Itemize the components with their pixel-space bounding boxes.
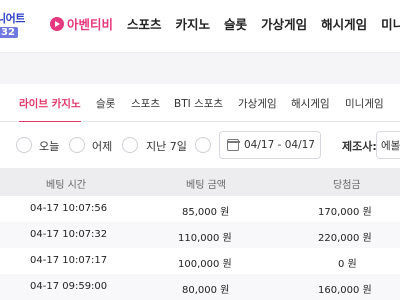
column-header-bet-amount: 베팅 금액 [186, 180, 226, 191]
maker-label: 제조사: [342, 140, 377, 153]
nav-item-slot[interactable]: 슬롯 [224, 14, 247, 33]
win-amount: 0 원 [338, 259, 357, 270]
header-spacer [0, 52, 400, 84]
radio-yesterday[interactable] [69, 137, 85, 153]
tab-mini-game[interactable]: 미니게임 [345, 84, 384, 122]
category-tabs: 라이브 카지노 슬롯 스포츠 BTI 스포츠 가상게임 해시게임 미니게임 [0, 84, 400, 123]
bet-amount: 110,000 원 [178, 233, 232, 244]
nav-item-label: 아벤티비 [67, 17, 114, 32]
bet-amount: 100,000 원 [178, 259, 232, 270]
radio-label-last-7-days: 지난 7일 [146, 140, 187, 153]
top-navigation: 니어트 32 아벤티비 스포츠 카지노 슬롯 가상게임 해시게임 미니 [0, 0, 400, 52]
date-range-value: 04/17 - 04/17 [244, 139, 315, 151]
maker-select[interactable]: 에볼 [376, 131, 400, 159]
site-logo[interactable]: 니어트 32 [0, 10, 48, 44]
column-header-winnings: 당첨금 [333, 180, 361, 191]
main-menu: 아벤티비 스포츠 카지노 슬롯 가상게임 해시게임 미니 [50, 14, 400, 33]
bet-history-table: 04-17 10:07:56 85,000 원 170,000 원 04-17 … [0, 196, 400, 300]
tab-hash-game[interactable]: 해시게임 [291, 84, 330, 122]
nav-item-hash-game[interactable]: 해시게임 [321, 14, 367, 33]
calendar-icon [226, 139, 240, 151]
bet-time: 04-17 10:07:17 [30, 255, 108, 266]
play-icon [50, 16, 64, 31]
win-amount: 170,000 원 [318, 207, 372, 218]
table-header: 베팅 시간 베팅 금액 당첨금 [0, 168, 400, 196]
table-row[interactable]: 04-17 09:59:00 80,000 원 160,000 원 [0, 274, 400, 300]
tab-slot[interactable]: 슬롯 [96, 84, 115, 122]
nav-item-aventv[interactable]: 아벤티비 [50, 14, 113, 33]
radio-label-yesterday: 어제 [92, 140, 113, 153]
bet-time: 04-17 10:07:56 [30, 203, 108, 214]
bet-amount: 85,000 원 [182, 207, 230, 218]
tab-sports[interactable]: 스포츠 [131, 84, 160, 122]
bet-amount: 80,000 원 [182, 285, 230, 296]
logo-badge: 32 [0, 27, 18, 38]
radio-custom-range[interactable] [195, 137, 211, 153]
logo-text: 니어트 [0, 12, 25, 25]
radio-today[interactable] [16, 137, 32, 153]
tab-bti-sports[interactable]: BTI 스포츠 [174, 84, 223, 122]
tab-live-casino[interactable]: 라이브 카지노 [19, 84, 81, 123]
nav-item-virtual-game[interactable]: 가상게임 [261, 14, 307, 33]
nav-item-mini[interactable]: 미니 [381, 14, 400, 33]
radio-label-today: 오늘 [39, 140, 60, 153]
radio-last-7-days[interactable] [122, 137, 138, 153]
table-row[interactable]: 04-17 10:07:17 100,000 원 0 원 [0, 248, 400, 274]
column-header-bet-time: 베팅 시간 [46, 180, 86, 191]
tab-virtual-game[interactable]: 가상게임 [238, 84, 277, 122]
nav-item-sports[interactable]: 스포츠 [127, 14, 162, 33]
date-range-picker[interactable]: 04/17 - 04/17 [219, 131, 321, 159]
bet-time: 04-17 09:59:00 [30, 281, 108, 292]
filter-bar: 오늘 어제 지난 7일 04/17 - 04/17 제조사: 에볼 [0, 122, 400, 168]
table-row[interactable]: 04-17 10:07:32 110,000 원 220,000 원 [0, 222, 400, 248]
win-amount: 160,000 원 [318, 285, 372, 296]
bet-time: 04-17 10:07:32 [30, 229, 108, 240]
win-amount: 220,000 원 [318, 233, 372, 244]
table-row[interactable]: 04-17 10:07:56 85,000 원 170,000 원 [0, 196, 400, 222]
nav-item-casino[interactable]: 카지노 [176, 14, 211, 33]
